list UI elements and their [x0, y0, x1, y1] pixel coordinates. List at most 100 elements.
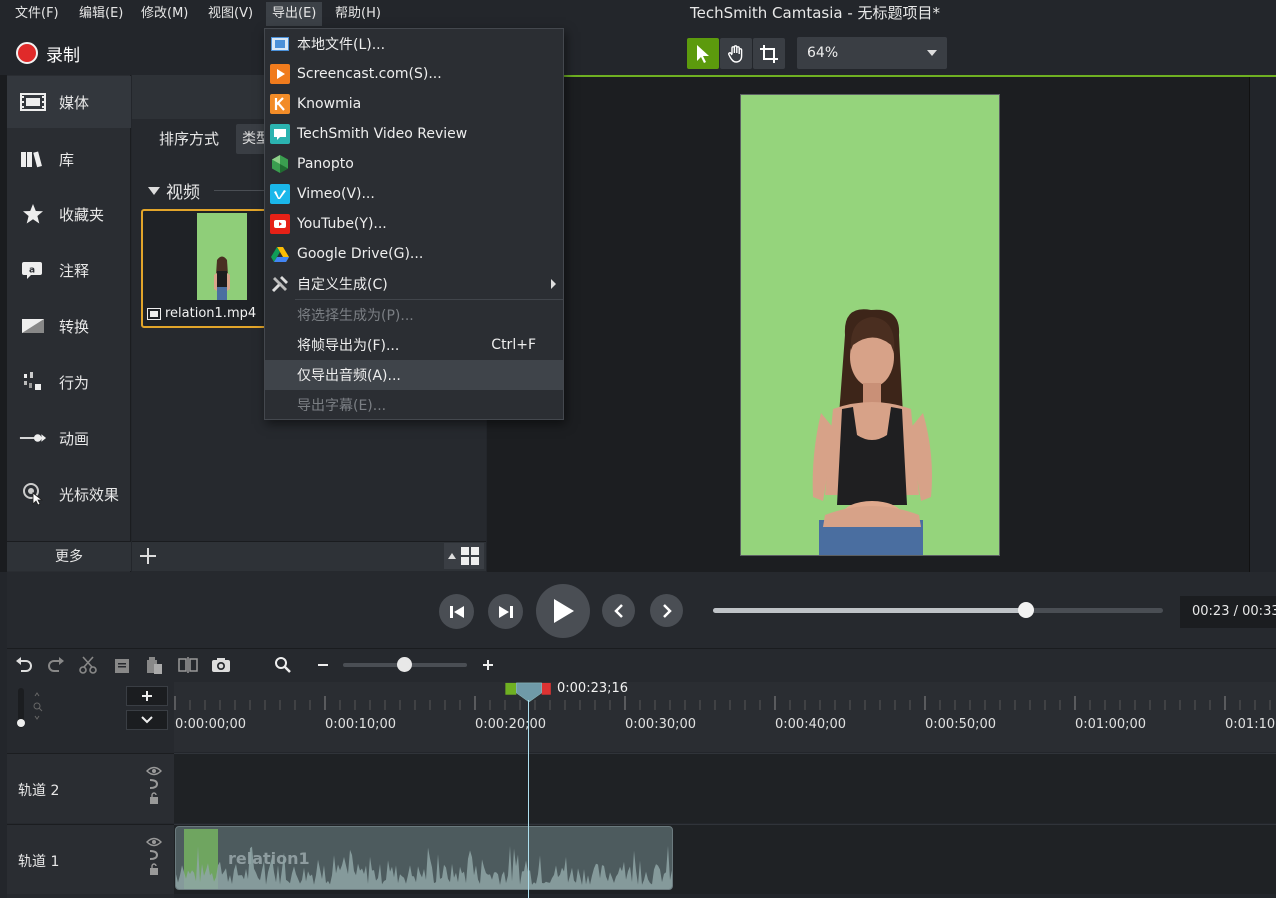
- menu-edit[interactable]: 编辑(E): [73, 2, 129, 26]
- audio-icon[interactable]: [148, 778, 160, 790]
- menu-view[interactable]: 视图(V): [202, 2, 259, 26]
- media-clip-thumbnail[interactable]: relation1.mp4: [141, 209, 267, 328]
- collapse-tracks-button[interactable]: [126, 710, 168, 730]
- menu-item-export-frame[interactable]: 将帧导出为(F)... Ctrl+F: [265, 330, 563, 360]
- ruler-label: 0:00:50;00: [925, 717, 997, 732]
- animation-icon: [19, 426, 47, 450]
- crop-icon: [760, 44, 778, 63]
- menu-export[interactable]: 导出(E): [266, 2, 323, 26]
- ruler-ticks: [174, 696, 1271, 710]
- scrubber-handle[interactable]: [1018, 602, 1034, 618]
- zoom-fit-button[interactable]: [272, 654, 294, 676]
- sidebar-item-favorites[interactable]: 收藏夹: [7, 188, 131, 240]
- zoom-in-button[interactable]: [477, 654, 499, 676]
- previous-marker-button[interactable]: [602, 594, 635, 627]
- menu-item-google-drive[interactable]: Google Drive(G)...: [265, 239, 563, 269]
- presenter-image: [812, 309, 932, 555]
- menu-item-youtube[interactable]: YouTube(Y)...: [265, 209, 563, 239]
- track-header-1[interactable]: 轨道 1: [7, 824, 174, 894]
- menu-item-knowmia[interactable]: Knowmia: [265, 89, 563, 119]
- window-title: TechSmith Camtasia - 无标题项目*: [689, 4, 941, 22]
- ruler-label: 0:00:20;00: [475, 717, 547, 732]
- video-section-header[interactable]: 视频: [148, 178, 200, 203]
- zoom-dropdown[interactable]: 64%: [797, 37, 947, 69]
- film-icon: [270, 34, 290, 54]
- playhead-handle[interactable]: [503, 682, 555, 702]
- menu-item-label: 本地文件(L)...: [297, 37, 386, 53]
- sidebar-item-animations[interactable]: 动画: [7, 412, 131, 464]
- pan-tool-button[interactable]: [720, 38, 752, 69]
- behavior-icon: [19, 370, 47, 394]
- media-bin-footer: [132, 541, 486, 571]
- pointer-tool-button[interactable]: [687, 38, 719, 69]
- sort-label: 排序方式: [159, 130, 220, 148]
- zoom-out-button[interactable]: [312, 654, 334, 676]
- menu-item-screencast[interactable]: Screencast.com(S)...: [265, 59, 563, 89]
- ruler-label: 0:01:00;00: [1075, 717, 1147, 732]
- sidebar-item-cursor-effects[interactable]: 光标效果: [7, 468, 131, 520]
- sidebar-item-transitions[interactable]: 转换: [7, 300, 131, 352]
- video-review-icon: [270, 124, 290, 144]
- snapshot-button[interactable]: [210, 654, 232, 676]
- timeline-zoom-handle[interactable]: [397, 657, 412, 672]
- menu-item-export-audio[interactable]: 仅导出音频(A)...: [265, 360, 563, 390]
- time-display: 00:23 / 00:33: [1180, 596, 1276, 628]
- sidebar-item-media[interactable]: 媒体: [7, 76, 131, 128]
- next-frame-button[interactable]: [488, 594, 523, 629]
- chevron-left-icon: [613, 603, 623, 618]
- menu-item-export-captions: 导出字幕(E)...: [265, 390, 563, 420]
- menu-item-icon-blank: [270, 395, 290, 415]
- menu-item-panopto[interactable]: Panopto: [265, 149, 563, 179]
- menu-modify[interactable]: 修改(M): [135, 2, 194, 26]
- track-size-icon: [33, 692, 43, 720]
- plus-icon: [483, 660, 493, 670]
- track-height-slider[interactable]: [17, 688, 25, 728]
- redo-button[interactable]: [45, 654, 67, 676]
- sidebar-item-annotations[interactable]: a 注释: [7, 244, 131, 296]
- paste-button[interactable]: [143, 654, 165, 676]
- menu-file[interactable]: 文件(F): [9, 2, 65, 26]
- ruler-label: 0:00:30;00: [625, 717, 697, 732]
- copy-icon: [115, 659, 129, 673]
- undo-button[interactable]: [13, 654, 35, 676]
- menu-item-vimeo[interactable]: Vimeo(V)...: [265, 179, 563, 209]
- sidebar-item-library[interactable]: 库: [7, 133, 131, 185]
- ruler-label: 0:00:10;00: [325, 717, 397, 732]
- next-marker-button[interactable]: [650, 594, 683, 627]
- cursor-effect-icon: [19, 482, 47, 506]
- record-button[interactable]: 录制: [16, 40, 80, 66]
- step-forward-icon: [498, 605, 513, 618]
- menu-item-icon-blank: [270, 335, 290, 355]
- eye-icon[interactable]: [146, 766, 162, 776]
- audio-icon[interactable]: [148, 849, 160, 861]
- svg-text:a: a: [29, 266, 35, 276]
- timeline-clip[interactable]: relation1: [175, 826, 673, 890]
- play-button[interactable]: [536, 584, 590, 638]
- sidebar-item-behaviors[interactable]: 行为: [7, 356, 131, 408]
- menu-item-custom-production[interactable]: 自定义生成(C): [265, 269, 563, 299]
- eye-icon[interactable]: [146, 837, 162, 847]
- menu-help[interactable]: 帮助(H): [329, 2, 387, 26]
- transition-icon: [19, 314, 47, 338]
- menu-item-label: 将选择生成为(P)...: [297, 308, 414, 324]
- cut-button[interactable]: [77, 654, 99, 676]
- copy-button[interactable]: [111, 654, 133, 676]
- add-media-button[interactable]: [135, 543, 161, 569]
- add-track-button[interactable]: [126, 686, 168, 706]
- lock-icon[interactable]: [149, 863, 159, 875]
- view-mode-button[interactable]: [444, 543, 484, 569]
- chevron-right-icon: [662, 603, 672, 618]
- video-preview[interactable]: [740, 94, 1000, 556]
- clip-name: relation1.mp4: [147, 306, 256, 321]
- crop-tool-button[interactable]: [753, 38, 785, 69]
- track-header-2[interactable]: 轨道 2: [7, 753, 174, 823]
- track-lane-2[interactable]: [174, 753, 1276, 823]
- lock-icon[interactable]: [149, 792, 159, 804]
- previous-frame-button[interactable]: [439, 594, 474, 629]
- more-button[interactable]: 更多: [7, 541, 131, 571]
- menu-item-shortcut: Ctrl+F: [491, 337, 536, 353]
- menu-item-video-review[interactable]: TechSmith Video Review: [265, 119, 563, 149]
- split-button[interactable]: [177, 654, 199, 676]
- menu-item-local-file[interactable]: 本地文件(L)...: [265, 29, 563, 59]
- minus-icon: [318, 664, 328, 666]
